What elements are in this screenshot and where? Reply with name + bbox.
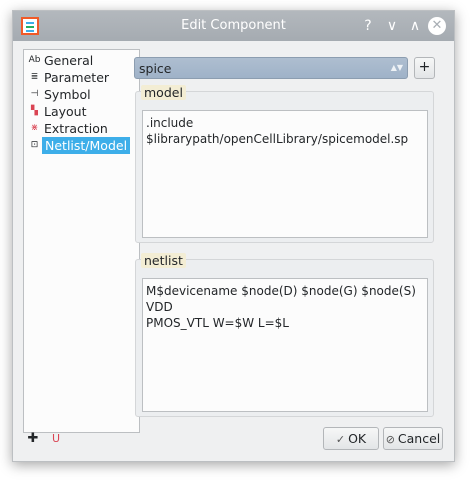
model-group: model .include $librarypath/openCellLibr… bbox=[135, 85, 434, 243]
list-icon: ≣ bbox=[30, 72, 39, 82]
dropdown-arrow-icon: ▲▼ bbox=[390, 63, 403, 72]
sidebar-item-label: Symbol bbox=[44, 87, 91, 102]
sidebar-item-general[interactable]: Ab General bbox=[24, 52, 139, 69]
netlist-icon: ⊡ bbox=[30, 140, 39, 150]
ok-label: OK bbox=[348, 431, 367, 446]
sidebar-item-label: Layout bbox=[44, 104, 87, 119]
sidebar-item-parameter[interactable]: ≣ Parameter bbox=[24, 69, 139, 86]
sidebar-item-label: Extraction bbox=[44, 121, 108, 136]
help-button[interactable]: ? bbox=[359, 17, 377, 35]
model-label: model bbox=[141, 85, 186, 100]
category-list: Ab General ≣ Parameter ⊣ Symbol ▚ Layout… bbox=[23, 49, 140, 433]
maximize-button[interactable]: ∧ bbox=[406, 17, 424, 35]
check-icon: ✓ bbox=[335, 433, 346, 446]
sidebar-item-layout[interactable]: ▚ Layout bbox=[24, 103, 139, 120]
netlist-label: netlist bbox=[141, 253, 186, 268]
cancel-icon: ⊘ bbox=[385, 433, 395, 446]
sidebar-item-label: Parameter bbox=[44, 70, 110, 85]
add-icon[interactable]: ✚ bbox=[25, 431, 41, 447]
cancel-label: Cancel bbox=[397, 431, 441, 446]
close-button[interactable]: ✕ bbox=[428, 17, 446, 35]
text-ab-icon: Ab bbox=[28, 55, 41, 65]
sidebar-item-extraction[interactable]: ⋇ Extraction bbox=[24, 120, 139, 137]
titlebar[interactable]: Edit Component ? ∨ ∧ ✕ bbox=[13, 11, 454, 41]
sidebar-item-label: General bbox=[44, 53, 94, 68]
ok-button[interactable]: ✓ OK bbox=[323, 427, 379, 450]
layout-icon: ▚ bbox=[31, 106, 38, 116]
model-text-area[interactable]: .include $librarypath/openCellLibrary/sp… bbox=[142, 110, 428, 238]
sidebar-item-netlist-model[interactable]: ⊡ Netlist/Model bbox=[24, 137, 139, 154]
symbol-icon: ⊣ bbox=[30, 89, 39, 99]
sidebar-item-label: Netlist/Model bbox=[42, 137, 131, 154]
extraction-icon: ⋇ bbox=[30, 123, 39, 133]
edit-component-dialog: Edit Component ? ∨ ∧ ✕ Ab General ≣ Para… bbox=[12, 10, 455, 462]
netlist-format-select[interactable]: spice ▲▼ bbox=[134, 57, 408, 79]
netlist-text-area[interactable]: M$devicename $node(D) $node(G) $node(S) … bbox=[142, 278, 428, 412]
select-value: spice bbox=[139, 61, 172, 76]
add-format-button[interactable]: + bbox=[414, 57, 435, 79]
sidebar-item-symbol[interactable]: ⊣ Symbol bbox=[24, 86, 139, 103]
magnet-icon[interactable]: U bbox=[48, 431, 64, 447]
netlist-group: netlist M$devicename $node(D) $node(G) $… bbox=[135, 253, 434, 417]
cancel-button[interactable]: ⊘ Cancel bbox=[383, 427, 443, 450]
minimize-button[interactable]: ∨ bbox=[383, 17, 401, 35]
